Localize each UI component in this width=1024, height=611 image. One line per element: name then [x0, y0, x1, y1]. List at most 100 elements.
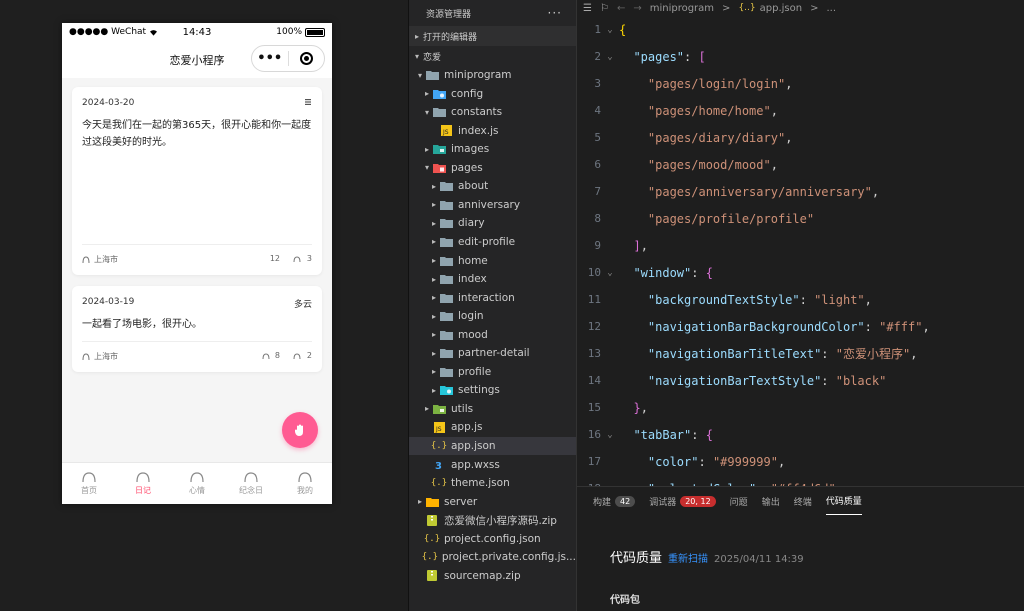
breadcrumb-folder[interactable]: miniprogram: [650, 3, 714, 14]
tree-item[interactable]: ▸ login: [409, 307, 576, 325]
comment-icon[interactable]: [293, 352, 301, 360]
profile-tab-icon: [298, 472, 312, 482]
tree-item-label: about: [458, 180, 489, 193]
panel-tab[interactable]: 终端: [794, 487, 812, 515]
tree-item-label: home: [458, 254, 488, 267]
like-icon[interactable]: [262, 352, 270, 360]
tree-item[interactable]: sourcemap.zip: [409, 567, 576, 585]
panel-tab[interactable]: 代码质量: [825, 487, 862, 515]
tab-anniversary[interactable]: 纪念日: [224, 463, 278, 504]
js-file-icon: JS: [432, 421, 446, 433]
tree-item[interactable]: ▸ server: [409, 493, 576, 511]
rescan-link[interactable]: 重新扫描: [668, 550, 708, 565]
tab-profile[interactable]: 我的: [278, 463, 332, 504]
tree-item[interactable]: ▾ constants: [409, 103, 576, 121]
breadcrumb-more[interactable]: ...: [826, 3, 836, 14]
tab-mood[interactable]: 心情: [170, 463, 224, 504]
fold-chevron-icon[interactable]: ⌄: [601, 52, 619, 62]
chevron-right-icon: ▸: [431, 330, 436, 340]
tree-item[interactable]: ▸ utils: [409, 400, 576, 418]
tree-item[interactable]: ▾ miniprogram: [409, 66, 576, 84]
code-line: 14 "navigationBarTextStyle": "black": [577, 367, 1024, 394]
close-capsule-icon[interactable]: [289, 52, 325, 65]
tree-item[interactable]: {.} theme.json: [409, 474, 576, 492]
fold-chevron-icon[interactable]: ⌄: [601, 268, 619, 278]
tree-item[interactable]: ▸ edit-profile: [409, 233, 576, 251]
tree-item[interactable]: {.} project.config.json: [409, 530, 576, 548]
more-dots-icon[interactable]: •••: [252, 51, 288, 66]
code-line: 10 ⌄ "window": {: [577, 259, 1024, 286]
breadcrumb-file[interactable]: app.json: [760, 3, 802, 14]
tree-item[interactable]: ▸ index: [409, 270, 576, 288]
folder-pages-icon: [432, 162, 446, 174]
code-line: 17 "color": "#999999",: [577, 448, 1024, 475]
line-number: 11: [587, 293, 601, 306]
back-icon[interactable]: ←: [617, 3, 625, 14]
tree-item[interactable]: ▸ images: [409, 140, 576, 158]
tree-item[interactable]: ▸ mood: [409, 326, 576, 344]
panel-tab[interactable]: 调试器 20, 12: [649, 487, 716, 515]
comment-icon[interactable]: [293, 255, 301, 263]
tab-diary[interactable]: 日记: [116, 463, 170, 504]
tree-item[interactable]: 3 app.wxss: [409, 456, 576, 474]
fold-chevron-icon[interactable]: ⌄: [601, 430, 619, 440]
comment-count: 2: [306, 351, 312, 360]
tree-item[interactable]: ▸ anniversary: [409, 196, 576, 214]
project-section[interactable]: ▾ 恋爱: [409, 46, 576, 66]
tree-item[interactable]: ▸ home: [409, 252, 576, 270]
svg-text:3: 3: [435, 461, 442, 470]
bookmark-icon[interactable]: ⚐: [600, 3, 609, 14]
zip-file-icon: [425, 514, 439, 526]
line-number: 4: [594, 104, 601, 117]
tree-item[interactable]: 恋爱微信小程序源码.zip: [409, 511, 576, 529]
like-count: 12: [269, 254, 280, 263]
tree-item[interactable]: ▸ diary: [409, 214, 576, 232]
fold-chevron-icon[interactable]: ⌄: [601, 25, 619, 35]
panel-tab[interactable]: 问题: [730, 487, 748, 515]
list-icon[interactable]: ☰: [583, 3, 592, 14]
code-package-heading: 代码包: [610, 595, 640, 606]
json-file-icon: {.}: [430, 478, 448, 489]
folder-config-icon: [432, 88, 446, 100]
card-content: 今天是我们在一起的第365天，很开心能和你一起度过这段美好的时光。: [82, 120, 312, 148]
tree-item[interactable]: {.} app.json: [409, 437, 576, 455]
css-file-icon: 3: [432, 459, 446, 471]
folder-icon: [439, 255, 453, 267]
diary-card[interactable]: 2024-03-20 今天是我们在一起的第365天，很开心能和你一起度过这段美好…: [72, 87, 322, 275]
tree-item[interactable]: ▸ about: [409, 177, 576, 195]
panel-tabs: 构建 42 调试器 20, 12 问题 输出 终端 代码质量: [577, 487, 1024, 515]
line-number: 7: [594, 185, 601, 198]
add-diary-button[interactable]: [282, 412, 318, 448]
tree-item[interactable]: ▸ settings: [409, 381, 576, 399]
tree-item[interactable]: ▸ partner-detail: [409, 344, 576, 362]
capsule-menu[interactable]: •••: [251, 45, 325, 72]
open-editors-section[interactable]: ▸ 打开的编辑器: [409, 26, 576, 46]
code-line: 13 "navigationBarTitleText": "恋爱小程序",: [577, 340, 1024, 367]
tree-item-label: mood: [458, 328, 488, 341]
code-line: 3 "pages/login/login",: [577, 70, 1024, 97]
tree-item[interactable]: ▸ profile: [409, 363, 576, 381]
code-line: 7 "pages/anniversary/anniversary",: [577, 178, 1024, 205]
chevron-right-icon: ▸: [431, 200, 436, 210]
tree-item[interactable]: {.} project.private.config.js...: [409, 548, 576, 566]
panel-tab[interactable]: 输出: [762, 487, 780, 515]
line-number: 16: [587, 428, 601, 441]
tree-item[interactable]: ▸ config: [409, 85, 576, 103]
more-actions-icon[interactable]: ···: [548, 6, 562, 20]
tab-home[interactable]: 首页: [62, 463, 116, 504]
folder-server-icon: [425, 496, 439, 508]
anniversary-tab-icon: [244, 472, 258, 482]
panel-tab[interactable]: 构建 42: [593, 487, 636, 515]
battery-label: 100%: [276, 27, 302, 37]
forward-icon[interactable]: →: [633, 3, 641, 14]
tree-item-label: anniversary: [458, 198, 521, 211]
tree-item-label: login: [458, 310, 484, 323]
code-line: 18 "selectedColor": "#ff4d6d",: [577, 475, 1024, 487]
tree-item[interactable]: JS app.js: [409, 418, 576, 436]
tree-item[interactable]: ▸ interaction: [409, 289, 576, 307]
line-text: {: [619, 22, 627, 37]
tree-item[interactable]: JS index.js: [409, 122, 576, 140]
diary-card[interactable]: 2024-03-19 多云 一起看了场电影，很开心。 上海市 8 2: [72, 286, 322, 372]
tree-item[interactable]: ▾ pages: [409, 159, 576, 177]
code-area[interactable]: 1 ⌄{2 ⌄ "pages": [3 "pages/login/login", 4 …: [577, 16, 1024, 487]
